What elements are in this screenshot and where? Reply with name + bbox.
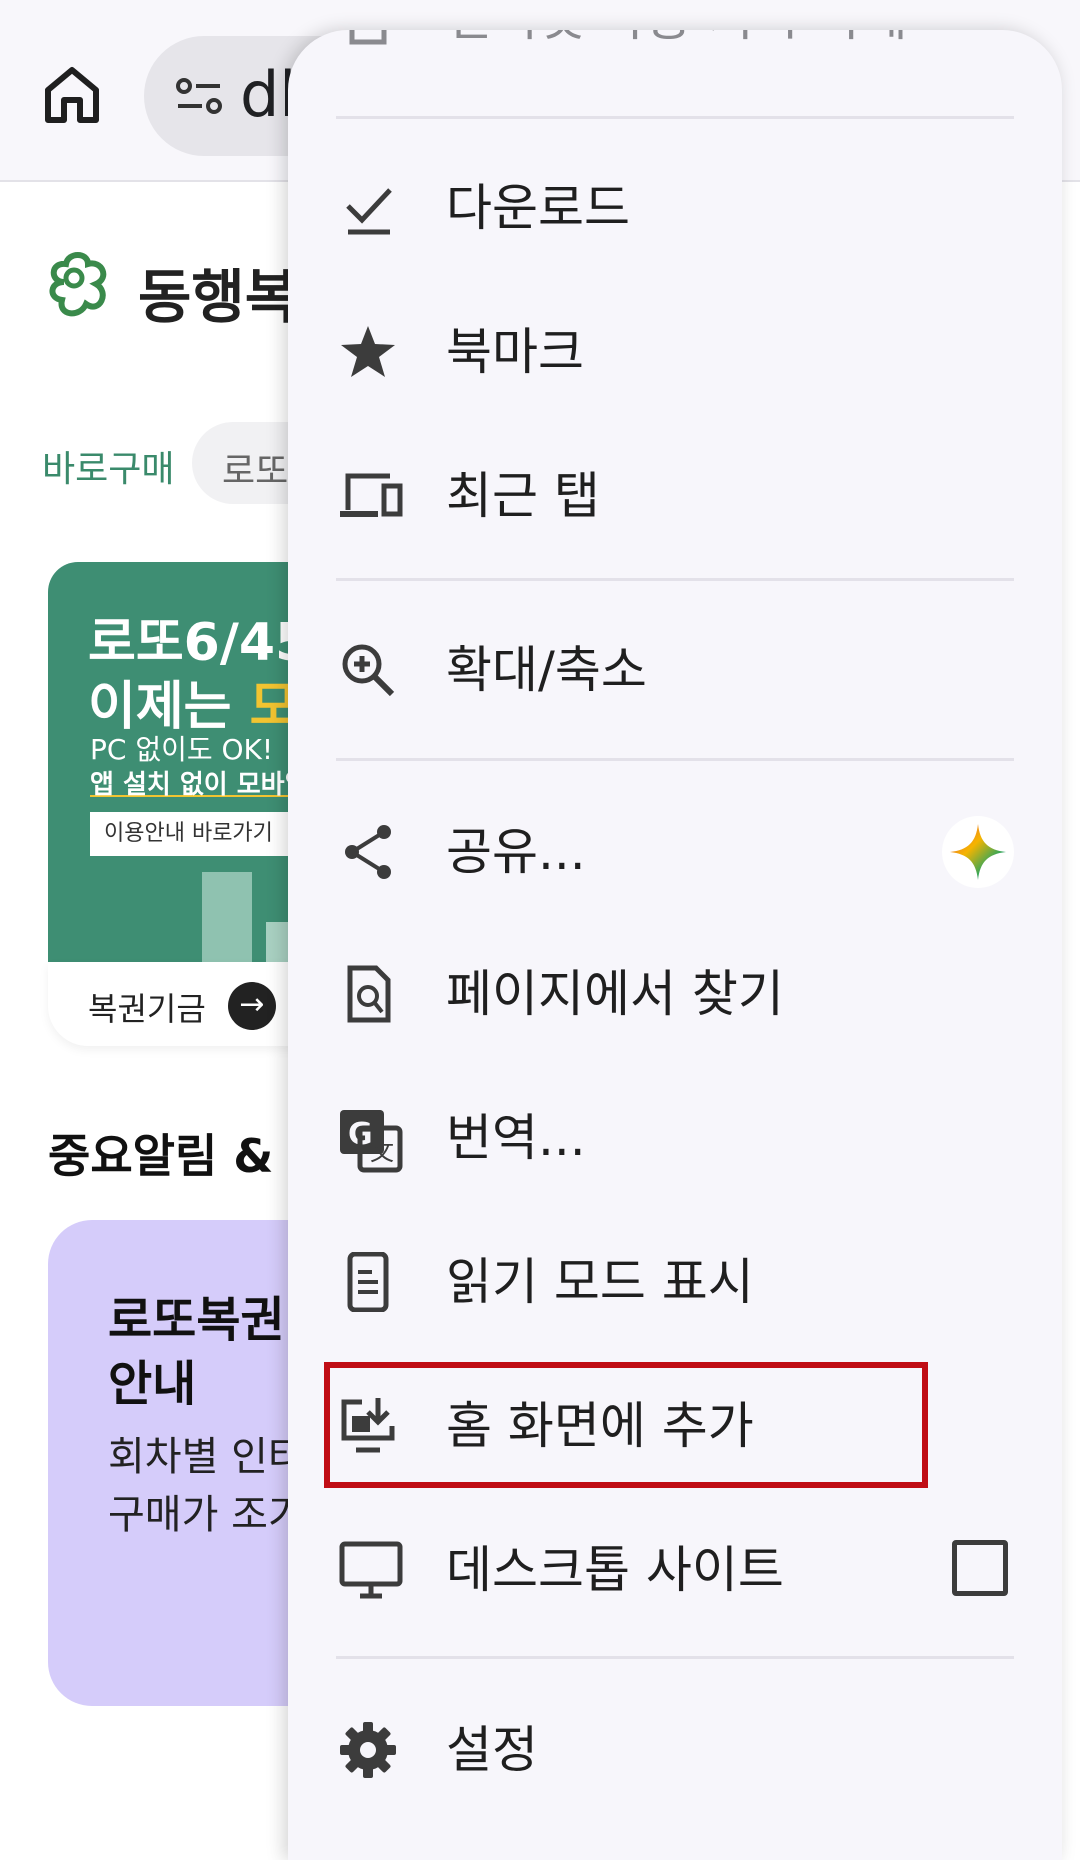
gemini-icon[interactable] xyxy=(942,816,1014,888)
desktop-icon xyxy=(338,1540,404,1600)
menu-label: 최근 탭 xyxy=(446,467,600,525)
banner-text-2: 앱 설치 없이 모바일 xyxy=(90,770,309,800)
menu-label: 인터넷 사용 기록 삭제 xyxy=(446,30,908,46)
notice-title-2: 안내 xyxy=(108,1356,197,1412)
desktop-site-checkbox[interactable] xyxy=(952,1540,1008,1596)
gear-icon xyxy=(338,1720,398,1780)
menu-label: 설정 xyxy=(446,1721,538,1779)
menu-item-clear-history[interactable]: 인터넷 사용 기록 삭제 xyxy=(288,30,1062,80)
menu-item-translate[interactable]: G文 번역... xyxy=(288,1078,1062,1198)
download-check-icon xyxy=(338,178,398,238)
notice-body-2: 구매가 조기 xyxy=(108,1492,305,1538)
lottery-logo-icon xyxy=(44,252,120,322)
arrow-right-icon: → xyxy=(228,982,276,1030)
browser-overflow-menu: 인터넷 사용 기록 삭제 다운로드 북마크 최근 탭 확대/축소 공유... xyxy=(288,30,1062,1860)
lotto-chip-label: 로또 xyxy=(222,451,289,492)
menu-label: 읽기 모드 표시 xyxy=(446,1253,754,1311)
menu-item-zoom[interactable]: 확대/축소 xyxy=(288,610,1062,730)
menu-label: 데스크톱 사이트 xyxy=(446,1541,784,1599)
star-icon xyxy=(338,322,398,382)
svg-text:文: 文 xyxy=(370,1138,394,1166)
menu-item-recent-tabs[interactable]: 최근 탭 xyxy=(288,436,1062,556)
menu-label: 페이지에서 찾기 xyxy=(446,965,784,1023)
menu-divider xyxy=(336,116,1014,119)
notice-body: 회차별 인터 xyxy=(108,1434,305,1480)
reading-mode-icon xyxy=(338,1251,398,1313)
notice-title: 로또복권 xyxy=(108,1292,285,1348)
devices-icon xyxy=(338,466,404,526)
find-in-page-icon xyxy=(338,964,398,1024)
highlight-box xyxy=(324,1362,928,1488)
section-title: 중요알림 & xyxy=(48,1129,274,1183)
menu-label: 공유... xyxy=(446,823,586,881)
menu-divider xyxy=(336,758,1014,761)
translate-icon: G文 xyxy=(338,1108,404,1173)
home-icon[interactable] xyxy=(40,62,104,126)
menu-item-settings[interactable]: 설정 xyxy=(288,1690,1062,1810)
menu-label: 북마크 xyxy=(446,323,584,381)
fund-label: 복권기금 xyxy=(88,990,206,1028)
menu-item-downloads[interactable]: 다운로드 xyxy=(288,148,1062,268)
menu-item-reading-mode[interactable]: 읽기 모드 표시 xyxy=(288,1222,1062,1342)
banner-text: PC 없이도 OK! xyxy=(90,733,274,766)
menu-item-desktop-site[interactable]: 데스크톱 사이트 xyxy=(288,1510,1062,1630)
site-settings-icon[interactable] xyxy=(174,76,224,116)
zoom-in-icon xyxy=(338,640,398,700)
quick-buy-link[interactable]: 바로구매 xyxy=(42,440,174,492)
menu-label: 확대/축소 xyxy=(446,641,647,699)
banner-decoration xyxy=(202,872,252,962)
menu-divider xyxy=(336,578,1014,581)
menu-label: 다운로드 xyxy=(446,179,630,237)
menu-item-find-in-page[interactable]: 페이지에서 찾기 xyxy=(288,934,1062,1054)
menu-divider xyxy=(336,1656,1014,1659)
trash-icon xyxy=(338,30,398,50)
share-icon xyxy=(338,822,398,882)
menu-label: 번역... xyxy=(446,1109,586,1167)
menu-item-bookmarks[interactable]: 북마크 xyxy=(288,292,1062,412)
menu-item-share[interactable]: 공유... xyxy=(288,792,1062,912)
